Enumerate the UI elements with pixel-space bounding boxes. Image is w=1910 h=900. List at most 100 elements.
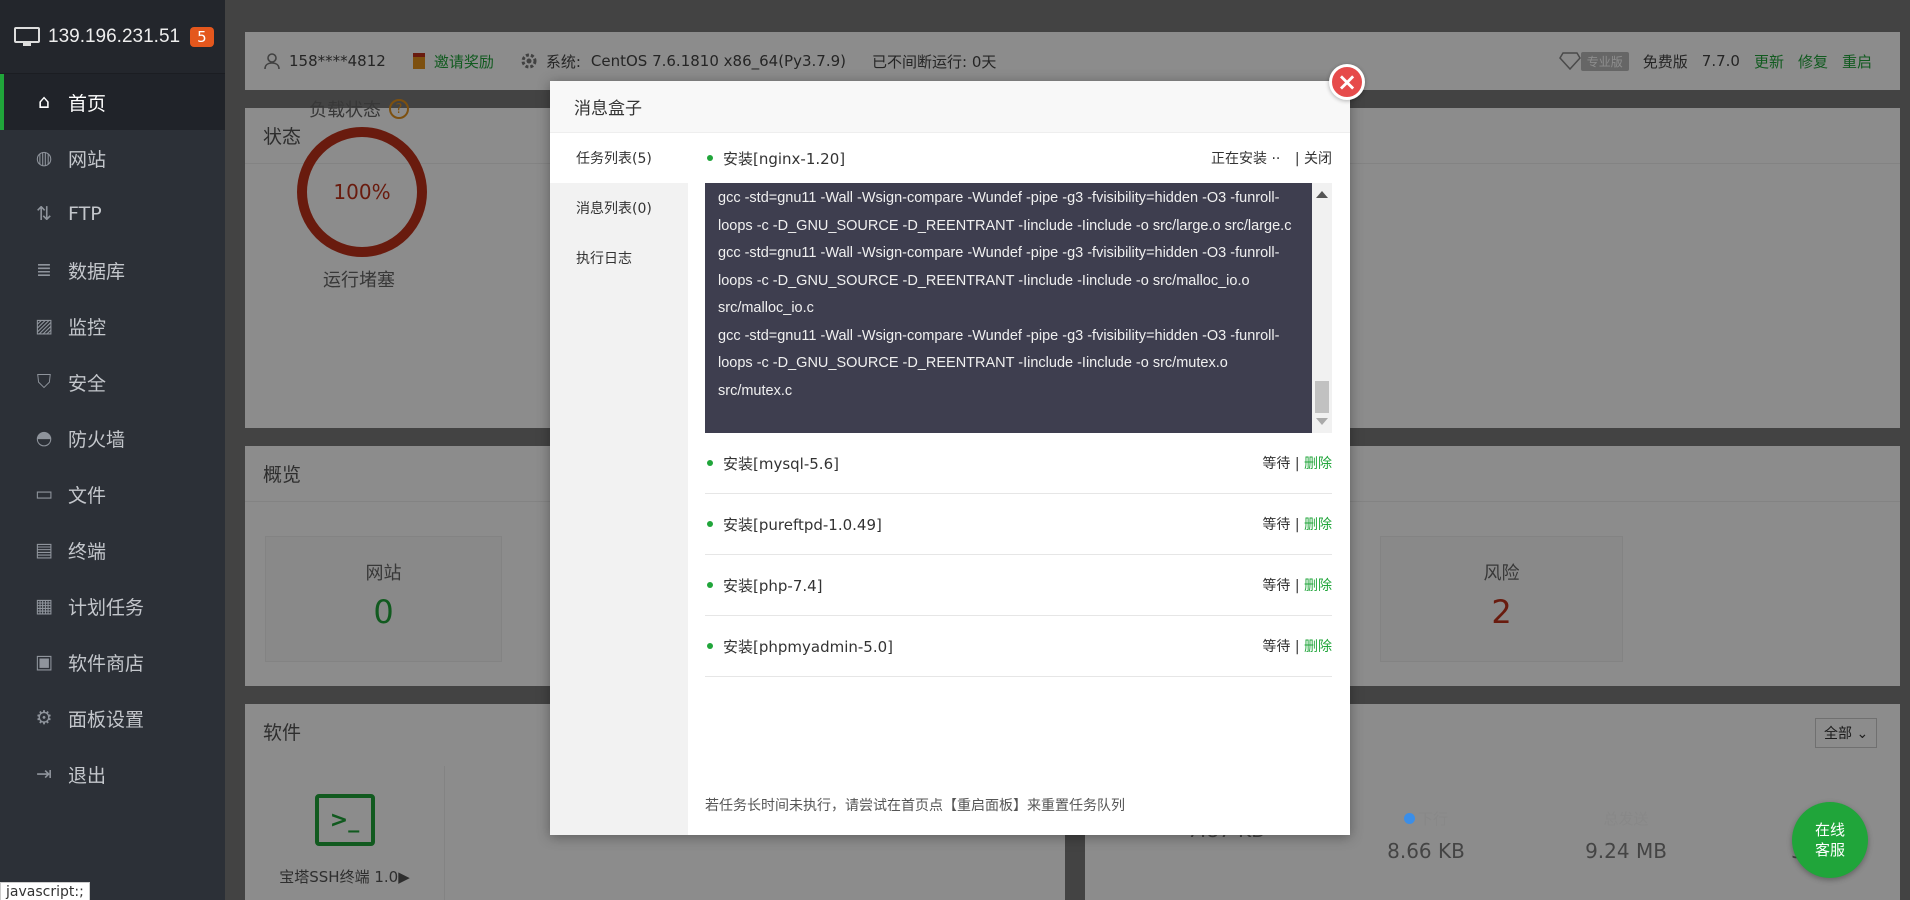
task-row: 安装[pureftpd-1.0.49] 等待 | 删除 xyxy=(705,494,1332,555)
load-title-text: 负载状态 xyxy=(309,100,381,121)
software-name: 宝塔SSH终端 1.0▶ xyxy=(279,868,410,886)
sidebar-item-label: 监控 xyxy=(68,316,107,339)
dialog-tab[interactable]: 执行日志 xyxy=(550,233,688,283)
status-dot-icon xyxy=(707,582,713,588)
support-line-2: 客服 xyxy=(1814,841,1845,859)
delete-task-link[interactable]: 删除 xyxy=(1304,639,1332,655)
restart-link[interactable]: 重启 xyxy=(1842,51,1872,72)
terminal-icon: ▤ xyxy=(35,539,53,561)
sidebar-item-label: 面板设置 xyxy=(68,708,145,731)
software-item[interactable]: >_ 宝塔SSH终端 1.0▶ xyxy=(245,766,445,900)
load-value: 100% xyxy=(333,180,391,204)
sidebar-item[interactable]: ▣ 软件商店 xyxy=(0,634,225,690)
logout-icon: ⇥ xyxy=(36,763,52,785)
diamond-icon xyxy=(1558,52,1581,70)
sidebar-item-label: 数据库 xyxy=(68,260,126,283)
close-icon[interactable]: × xyxy=(1329,64,1365,100)
notification-badge[interactable]: 5 xyxy=(190,26,214,47)
repair-link[interactable]: 修复 xyxy=(1798,51,1828,72)
site-label: 网站 xyxy=(365,563,402,584)
sidebar-item[interactable]: ▭ 文件 xyxy=(0,466,225,522)
close-task-link[interactable]: | 关闭 xyxy=(1295,151,1332,167)
task-actions: 等待 | 删除 xyxy=(1262,578,1332,594)
dialog-title: 消息盒子 xyxy=(550,81,1350,133)
load-title: 负载状态 ? xyxy=(309,96,409,122)
install-log[interactable]: gcc -std=gnu11 -Wall -Wsign-compare -Wun… xyxy=(705,183,1332,433)
shield-icon: ⛉ xyxy=(36,371,52,393)
help-icon[interactable]: ? xyxy=(389,99,409,119)
network-stat-value: 9.24 MB xyxy=(1585,839,1667,863)
sidebar-item[interactable]: ◍ 网站 xyxy=(0,130,225,186)
task-status: 等待 xyxy=(1262,517,1291,533)
delete-task-link[interactable]: 删除 xyxy=(1304,456,1332,472)
sidebar-item[interactable]: ⛉ 安全 xyxy=(0,354,225,410)
task-name: 安装[nginx-1.20] xyxy=(723,149,846,168)
overview-risk-box[interactable]: 风险 2 xyxy=(1380,536,1623,662)
network-select-value: 全部 xyxy=(1824,726,1852,742)
sidebar-item[interactable]: ⌂ 首页 xyxy=(0,74,225,130)
sidebar-item-label: 计划任务 xyxy=(68,596,145,619)
folder-icon: ▭ xyxy=(35,483,53,505)
sidebar-item[interactable]: ⚙ 面板设置 xyxy=(0,690,225,746)
risk-label: 风险 xyxy=(1483,563,1520,584)
sidebar-item[interactable]: ▤ 终端 xyxy=(0,522,225,578)
task-status: 正在安装 ·· | 关闭 xyxy=(1211,151,1332,167)
network-label-text: 总发送 xyxy=(1603,810,1649,828)
load-state: 运行堵塞 xyxy=(323,270,395,291)
gift-icon xyxy=(412,53,425,69)
online-support-button[interactable]: 在线 客服 xyxy=(1792,802,1868,878)
delete-task-link[interactable]: 删除 xyxy=(1304,578,1332,594)
update-link[interactable]: 更新 xyxy=(1754,51,1784,72)
message-box-dialog: 消息盒子 × 任务列表(5) 消息列表(0) 执行日志 安装[nginx-1.20]… xyxy=(550,64,1365,835)
overview-site-box[interactable]: 网站 0 xyxy=(265,536,502,662)
dialog-tab[interactable]: 任务列表(5) xyxy=(550,133,688,183)
system-value: CentOS 7.6.1810 x86_64(Py3.7.9) xyxy=(590,52,846,70)
download-dot-icon xyxy=(1403,813,1415,824)
status-dot-icon xyxy=(707,643,713,649)
sidebar-item-label: 文件 xyxy=(68,484,107,507)
status-dot-icon xyxy=(707,521,713,527)
network-stat-value: 8.66 KB xyxy=(1387,839,1465,863)
sidebar: 139.196.231.51 5 ⌂ 首页 ◍ 网站 ⇅ FTP ≣ 数据库 ▨ 监控 ⛉ 安全 ◓ 防火… xyxy=(0,0,225,900)
pro-tag[interactable]: 专业版 xyxy=(1580,51,1629,71)
ftp-icon: ⇅ xyxy=(36,203,52,225)
task-status: 等待 xyxy=(1262,456,1291,472)
network-select[interactable]: 全部 ⌄ xyxy=(1815,718,1878,748)
username[interactable]: 158****4812 xyxy=(289,52,386,70)
delete-task-link[interactable]: 删除 xyxy=(1304,517,1332,533)
sidebar-item[interactable]: ≣ 数据库 xyxy=(0,242,225,298)
log-text: gcc -std=gnu11 -Wall -Wsign-compare -Wun… xyxy=(718,185,1302,405)
sidebar-item-label: 终端 xyxy=(68,540,107,563)
apps-icon: ▣ xyxy=(35,651,53,673)
sidebar-item[interactable]: ⇥ 退出 xyxy=(0,746,225,802)
status-dot-icon xyxy=(707,460,713,466)
sidebar-item-label: 安全 xyxy=(68,372,107,395)
scroll-up-icon[interactable] xyxy=(1316,191,1328,198)
task-actions: 等待 | 删除 xyxy=(1262,517,1332,533)
edition-label: 免费版 xyxy=(1642,52,1688,71)
task-name: 安装[php-7.4] xyxy=(723,576,823,595)
task-name: 安装[mysql-5.6] xyxy=(723,454,839,473)
sidebar-item-label: FTP xyxy=(68,203,102,225)
calendar-icon: ▦ xyxy=(35,595,53,617)
load-gauge[interactable]: 100% xyxy=(297,127,427,257)
sidebar-item[interactable]: ▦ 计划任务 xyxy=(0,578,225,634)
pending-tasks: 安装[mysql-5.6] 等待 | 删除 安装[pureftpd-1.0.49] 等… xyxy=(705,433,1332,677)
current-task-row: 安装[nginx-1.20] 正在安装 ·· | 关闭 xyxy=(705,133,1332,183)
sidebar-item[interactable]: ▨ 监控 xyxy=(0,298,225,354)
server-monitor-icon xyxy=(14,26,40,46)
sidebar-item-label: 软件商店 xyxy=(68,652,145,675)
invite-link[interactable]: 邀请奖励 xyxy=(434,51,494,72)
scroll-down-icon[interactable] xyxy=(1316,418,1328,425)
task-name: 安装[phpmyadmin-5.0] xyxy=(723,637,894,656)
dialog-tab[interactable]: 消息列表(0) xyxy=(550,183,688,233)
sidebar-item[interactable]: ◓ 防火墙 xyxy=(0,410,225,466)
status-url: javascript:; xyxy=(0,882,90,900)
sidebar-item-label: 退出 xyxy=(68,764,107,787)
sidebar-item[interactable]: ⇅ FTP xyxy=(0,186,225,242)
task-list: 安装[nginx-1.20] 正在安装 ·· | 关闭 gcc -std=gnu… xyxy=(705,133,1332,835)
scroll-thumb[interactable] xyxy=(1315,381,1329,413)
dialog-tabs: 任务列表(5) 消息列表(0) 执行日志 xyxy=(550,133,688,835)
log-scrollbar[interactable] xyxy=(1312,183,1332,433)
gear-icon xyxy=(521,53,537,69)
